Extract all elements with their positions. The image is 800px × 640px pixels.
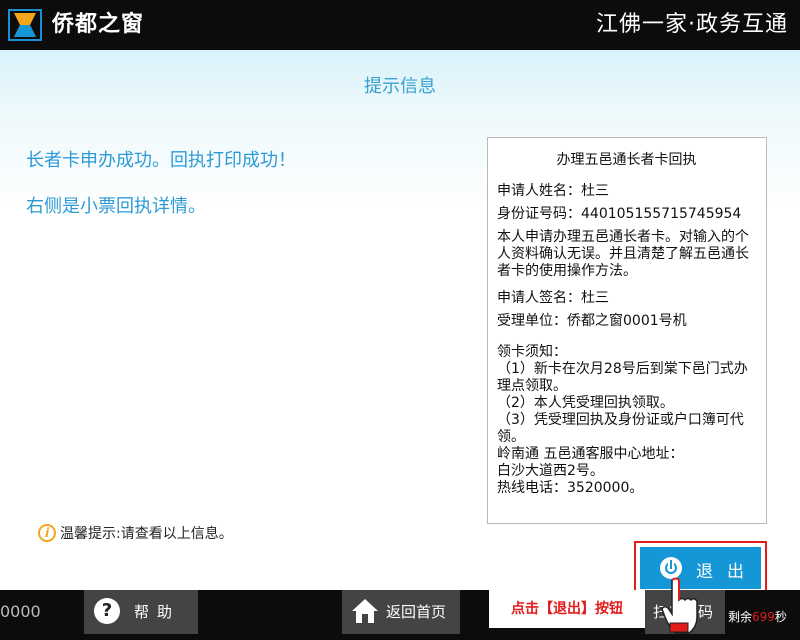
receipt-applicant-name: 申请人姓名：杜三 xyxy=(497,183,609,199)
receipt-statement: 本人申请办理五邑通长者卡。对输入的个人资料确认无误。并且清楚了解五邑通长者卡的使… xyxy=(497,229,749,279)
logo-icon xyxy=(8,9,42,41)
home-icon xyxy=(352,599,378,623)
receipt-id-number: 身份证号码：440105155715745954 xyxy=(497,206,742,222)
receipt-handling-unit: 受理单位：侨都之窗0001号机 xyxy=(497,313,687,329)
receipt-panel: 办理五邑通长者卡回执 申请人姓名：杜三 身份证号码：44010515571574… xyxy=(487,137,767,524)
tip: i 温馨提示:请查看以上信息。 xyxy=(38,523,233,543)
exit-highlight-frame: 退出 xyxy=(634,541,767,595)
receipt-notice-2: （2）本人凭受理回执领取。 xyxy=(497,395,674,411)
home-button[interactable]: 返回首页 xyxy=(342,590,460,634)
receipt-hint-message: 右侧是小票回执详情。 xyxy=(26,196,206,217)
countdown-suffix: 秒 xyxy=(774,610,787,624)
countdown: 剩余699秒 xyxy=(728,608,787,625)
help-icon: ? xyxy=(94,598,120,624)
receipt-signature: 申请人签名：杜三 xyxy=(497,290,609,306)
receipt-notice-title: 领卡须知： xyxy=(497,344,567,360)
receipt-address: 白沙大道西2号。 xyxy=(497,463,604,479)
countdown-seconds: 699 xyxy=(752,610,775,624)
receipt-service-center: 岭南通 五邑通客服中心地址： xyxy=(497,446,684,462)
top-bar: 侨都之窗 江佛一家·政务互通 xyxy=(0,0,800,50)
info-icon: i xyxy=(38,524,56,542)
brand-name: 侨都之窗 xyxy=(52,12,145,37)
header-slogan: 江佛一家·政务互通 xyxy=(596,12,788,37)
success-message: 长者卡申办成功。回执打印成功！ xyxy=(26,150,296,171)
page-title: 提示信息 xyxy=(364,76,436,97)
receipt-title: 办理五邑通长者卡回执 xyxy=(556,152,697,168)
exit-button[interactable]: 退出 xyxy=(640,547,761,589)
help-button-label: 帮助 xyxy=(134,603,181,621)
countdown-prefix: 剩余 xyxy=(728,610,753,624)
main-content: 提示信息 长者卡申办成功。回执打印成功！ 右侧是小票回执详情。 办理五邑通长者卡… xyxy=(0,50,800,595)
receipt-notice-1: （1）新卡在次月28号后到棠下邑门式办理点领取。 xyxy=(497,361,748,394)
exit-button-label: 退出 xyxy=(696,562,758,582)
receipt-notice-3: （3）凭受理回执及身份证或户口簿可代领。 xyxy=(497,412,744,445)
help-button[interactable]: ? 帮助 xyxy=(84,590,198,634)
tip-text: 温馨提示:请查看以上信息。 xyxy=(60,526,233,542)
receipt-hotline: 热线电话：3520000。 xyxy=(497,480,644,496)
pointing-hand-icon xyxy=(661,577,698,634)
terminal-counter: 0000 xyxy=(0,602,41,621)
click-exit-hint: 点击【退出】按钮 xyxy=(489,590,645,628)
home-button-label: 返回首页 xyxy=(386,603,447,621)
